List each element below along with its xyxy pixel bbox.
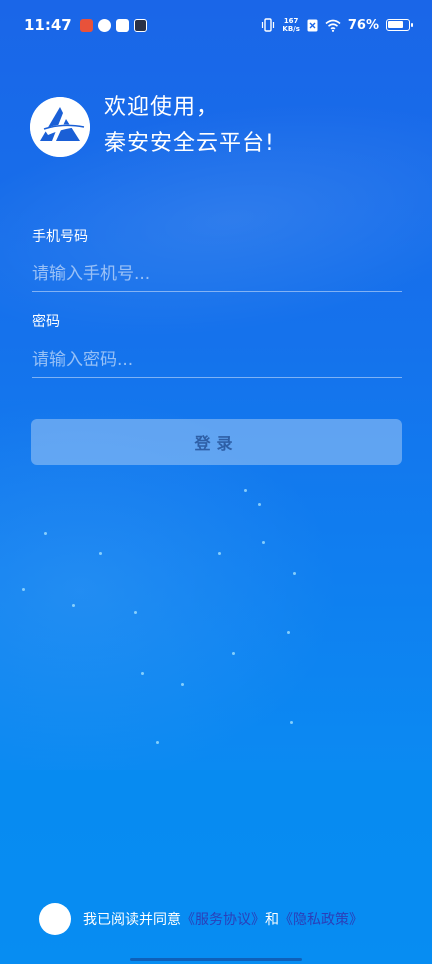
status-bar: 11:47 167 KB/s 76% (0, 0, 432, 50)
service-agreement-link[interactable]: 《服务协议》 (181, 909, 265, 929)
battery-percent: 76% (347, 17, 379, 33)
welcome-line-1: 欢迎使用， (104, 95, 220, 120)
home-indicator[interactable] (130, 958, 302, 961)
agreement-prefix: 我已阅读并同意 (83, 912, 181, 928)
agreement-checkbox[interactable] (39, 903, 71, 935)
welcome-line-2: 秦安安全云平台! (104, 131, 275, 156)
welcome-text: 欢迎使用， 秦安安全云平台! (104, 90, 275, 162)
net-speed: 167 KB/s (282, 17, 300, 33)
battery-icon (386, 19, 413, 31)
password-input[interactable] (32, 342, 402, 378)
notification-mail-icon (115, 18, 129, 32)
phone-label: 手机号码 (32, 229, 88, 245)
wifi-icon (325, 19, 341, 32)
status-time: 11:47 (24, 16, 72, 34)
privacy-policy-link[interactable]: 《隐私政策》 (279, 909, 363, 929)
vibrate-icon (262, 18, 275, 32)
login-button[interactable]: 登录 (31, 419, 402, 465)
notification-app-icon (79, 18, 93, 32)
notification-play-icon (133, 18, 147, 32)
app-logo (30, 97, 90, 157)
agreement-connector: 和 (265, 912, 279, 928)
sim-icon (307, 19, 318, 31)
password-label: 密码 (32, 314, 60, 330)
phone-input[interactable] (32, 256, 402, 292)
agreement-row: 我已阅读并同意 《服务协议》 和 《隐私政策》 (39, 903, 363, 935)
notification-app-icon (97, 18, 111, 32)
